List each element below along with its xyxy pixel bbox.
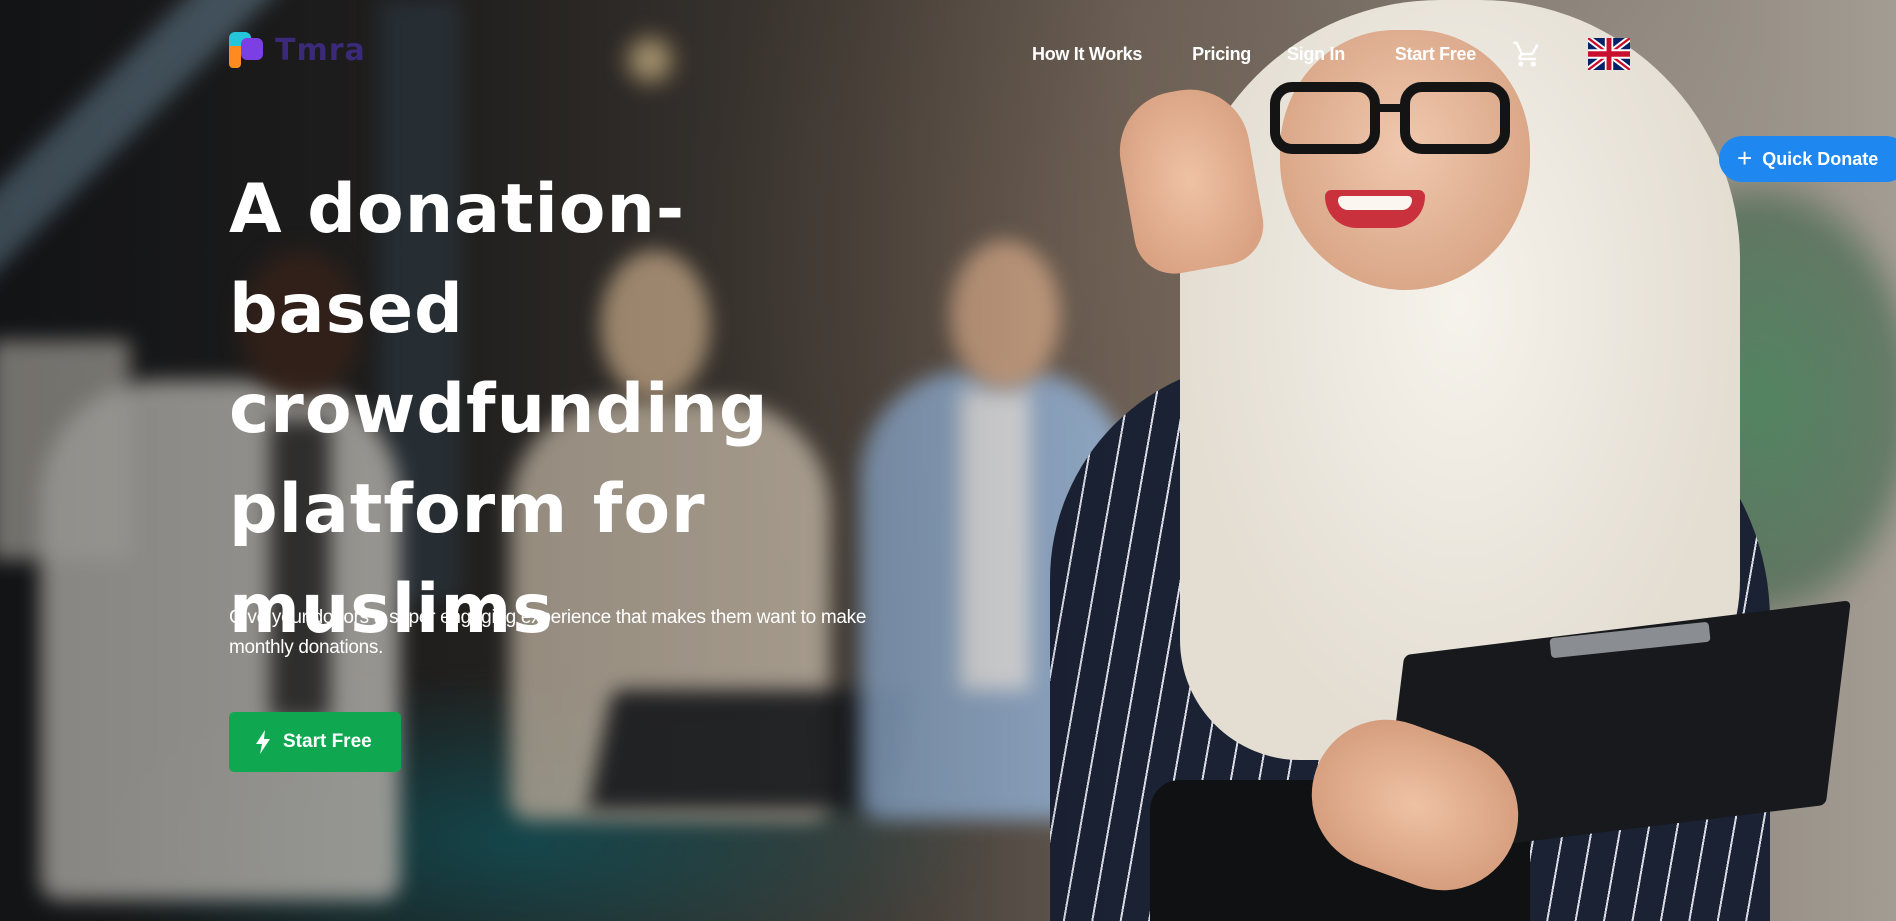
cart-icon[interactable] xyxy=(1512,39,1542,69)
nav-how-it-works[interactable]: How It Works xyxy=(1032,44,1142,65)
hero-title: A donation-based crowdfunding platform f… xyxy=(229,170,769,649)
uk-flag-icon[interactable] xyxy=(1586,35,1632,73)
logo-mark-icon xyxy=(229,32,265,68)
brand-name: Tmra xyxy=(275,32,366,68)
start-free-button[interactable]: Start Free xyxy=(229,712,401,772)
lightning-bolt-icon xyxy=(255,730,271,754)
nav-start-free[interactable]: Start Free xyxy=(1395,44,1476,65)
brand-logo[interactable]: Tmra xyxy=(229,32,366,68)
nav-sign-in[interactable]: Sign In xyxy=(1287,44,1345,65)
quick-donate-button[interactable]: + Quick Donate xyxy=(1719,136,1896,182)
plus-icon: + xyxy=(1737,143,1753,173)
main-nav: How It Works Pricing Sign In Start Free xyxy=(1032,35,1632,73)
start-free-label: Start Free xyxy=(283,731,372,752)
quick-donate-label: Quick Donate xyxy=(1762,148,1879,169)
hero-subtitle: Give your donors a super engaging experi… xyxy=(229,607,867,658)
nav-pricing[interactable]: Pricing xyxy=(1192,44,1251,65)
